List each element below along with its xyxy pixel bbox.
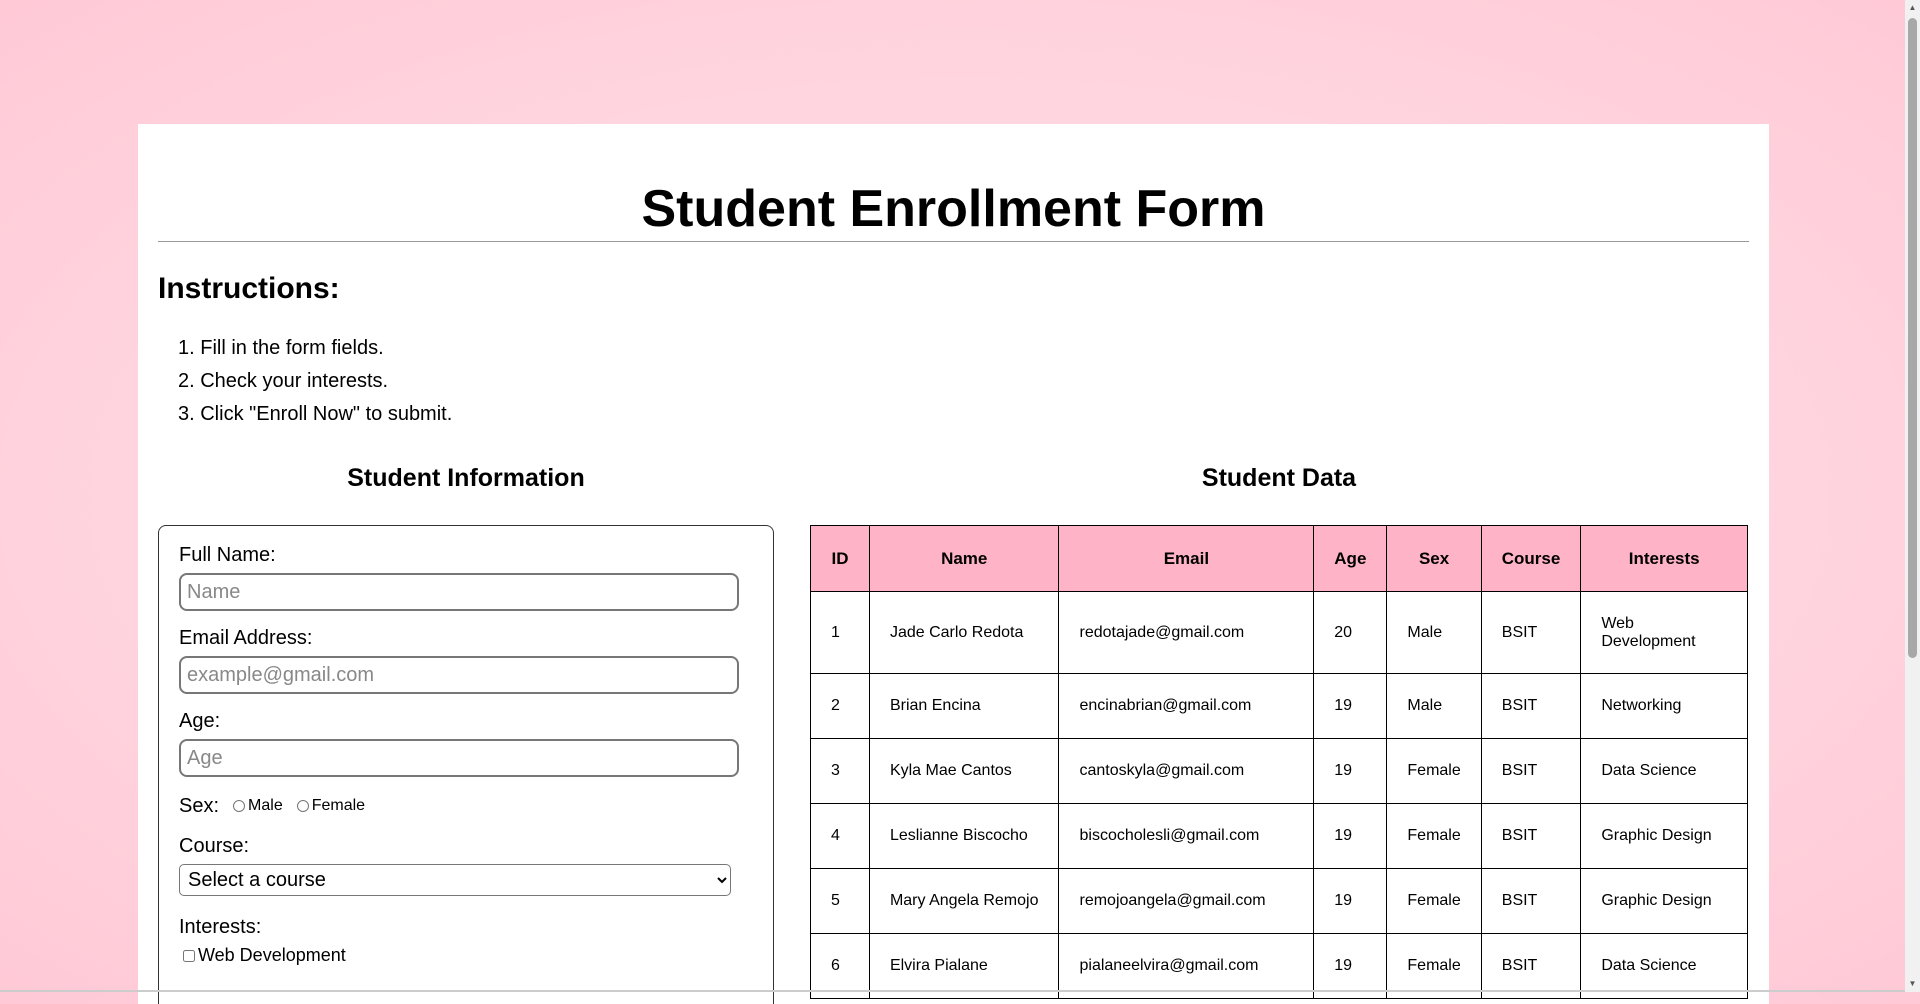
- enrollment-form: Full Name: Email Address: Age: Sex: Male…: [158, 525, 774, 1004]
- instruction-item: 1. Fill in the form fields.: [178, 337, 384, 359]
- age-label: Age:: [179, 710, 221, 732]
- cell-id: 2: [810, 673, 870, 739]
- cell-name: Kyla Mae Cantos: [868, 738, 1060, 804]
- table-row: 1 Jade Carlo Redota redotajade@gmail.com…: [810, 591, 1748, 674]
- cell-course: BSIT: [1480, 868, 1582, 934]
- cell-age: 19: [1313, 933, 1388, 999]
- cell-email: redotajade@gmail.com: [1058, 591, 1315, 674]
- age-input[interactable]: [179, 739, 739, 777]
- cell-name: Elvira Pialane: [868, 933, 1060, 999]
- table-row: 2 Brian Encina encinabrian@gmail.com 19 …: [810, 673, 1748, 739]
- column-header-id: ID: [810, 525, 870, 592]
- full-name-input[interactable]: [179, 573, 739, 611]
- email-input[interactable]: [179, 656, 739, 694]
- table-row: 5 Mary Angela Remojo remojoangela@gmail.…: [810, 868, 1748, 934]
- cell-id: 5: [810, 868, 870, 934]
- column-header-course: Course: [1480, 525, 1582, 592]
- cell-name: Brian Encina: [868, 673, 1060, 739]
- cell-id: 6: [810, 933, 870, 999]
- sex-label: Sex:: [179, 794, 220, 817]
- cell-age: 19: [1313, 803, 1388, 869]
- instructions-heading: Instructions:: [158, 272, 340, 305]
- cell-email: cantoskyla@gmail.com: [1058, 738, 1315, 804]
- cell-sex: Female: [1386, 933, 1482, 999]
- sex-field: Sex: Male Female: [179, 793, 753, 819]
- title-divider: [158, 241, 1749, 242]
- female-radio[interactable]: [296, 800, 309, 812]
- course-select[interactable]: Select a course: [179, 864, 731, 896]
- column-header-name: Name: [868, 525, 1060, 592]
- cell-name: Mary Angela Remojo: [868, 868, 1060, 934]
- cell-course: BSIT: [1480, 738, 1582, 804]
- enrollment-card: Student Enrollment Form Instructions: 1.…: [138, 124, 1769, 1004]
- cell-interests: Data Science: [1580, 738, 1748, 804]
- cell-course: BSIT: [1480, 803, 1582, 869]
- cell-email: pialaneelvira@gmail.com: [1058, 933, 1315, 999]
- cell-name: Jade Carlo Redota: [868, 591, 1060, 674]
- sex-option-female: Female: [296, 797, 366, 815]
- full-name-label: Full Name:: [179, 544, 276, 566]
- cell-age: 20: [1313, 591, 1388, 674]
- triangle-down-icon[interactable]: ▼: [1908, 979, 1917, 989]
- cell-id: 4: [810, 803, 870, 869]
- course-label: Course:: [179, 835, 250, 857]
- vertical-scrollbar[interactable]: ▲ ▼: [1905, 0, 1920, 992]
- female-radio-label: Female: [311, 797, 366, 814]
- table-header-row: ID Name Email Age Sex Course Interests: [810, 525, 1748, 592]
- cell-interests: Web Development: [1580, 591, 1748, 674]
- column-header-email: Email: [1058, 525, 1315, 592]
- cell-sex: Female: [1386, 868, 1482, 934]
- column-header-age: Age: [1313, 525, 1388, 592]
- instruction-item: 3. Click "Enroll Now" to submit.: [178, 403, 453, 425]
- column-header-interests: Interests: [1580, 525, 1748, 592]
- cell-email: encinabrian@gmail.com: [1058, 673, 1315, 739]
- cell-interests: Data Science: [1580, 933, 1748, 999]
- instructions-list: 1. Fill in the form fields. 2. Check you…: [158, 332, 452, 431]
- student-data-heading: Student Data: [1201, 464, 1357, 492]
- column-header-sex: Sex: [1386, 525, 1482, 592]
- sex-option-male: Male: [233, 797, 283, 815]
- male-radio[interactable]: [233, 800, 246, 812]
- cell-email: remojoangela@gmail.com: [1058, 868, 1315, 934]
- interest-item: Web Development: [179, 945, 753, 966]
- cell-age: 19: [1313, 738, 1388, 804]
- cell-name: Leslianne Biscocho: [868, 803, 1060, 869]
- cell-email: biscocholesli@gmail.com: [1058, 803, 1315, 869]
- cell-interests: Graphic Design: [1580, 868, 1748, 934]
- cell-interests: Networking: [1580, 673, 1748, 739]
- cell-id: 1: [810, 591, 870, 674]
- student-information-heading: Student Information: [347, 464, 585, 492]
- web-development-checkbox[interactable]: [183, 949, 195, 962]
- cell-interests: Graphic Design: [1580, 803, 1748, 869]
- cell-age: 19: [1313, 673, 1388, 739]
- student-data-table: ID Name Email Age Sex Course Interests 1…: [810, 525, 1748, 999]
- interests-label: Interests:: [179, 916, 262, 938]
- cell-sex: Female: [1386, 738, 1482, 804]
- cell-course: BSIT: [1480, 591, 1582, 674]
- male-radio-label: Male: [248, 797, 283, 814]
- cell-sex: Male: [1386, 673, 1482, 739]
- email-label: Email Address:: [179, 627, 313, 649]
- cell-age: 19: [1313, 868, 1388, 934]
- cell-course: BSIT: [1480, 673, 1582, 739]
- table-row: 6 Elvira Pialane pialaneelvira@gmail.com…: [810, 933, 1748, 999]
- table-row: 4 Leslianne Biscocho biscocholesli@gmail…: [810, 803, 1748, 869]
- cell-id: 3: [810, 738, 870, 804]
- cell-course: BSIT: [1480, 933, 1582, 999]
- cell-sex: Male: [1386, 591, 1482, 674]
- instruction-item: 2. Check your interests.: [178, 370, 389, 392]
- cell-sex: Female: [1386, 803, 1482, 869]
- student-data-table-wrapper: ID Name Email Age Sex Course Interests 1…: [810, 525, 1748, 999]
- table-row: 3 Kyla Mae Cantos cantoskyla@gmail.com 1…: [810, 738, 1748, 804]
- scrollbar-thumb[interactable]: [1908, 18, 1917, 658]
- web-development-label: Web Development: [198, 945, 346, 965]
- page-title: Student Enrollment Form: [641, 180, 1266, 238]
- triangle-up-icon[interactable]: ▲: [1908, 3, 1917, 13]
